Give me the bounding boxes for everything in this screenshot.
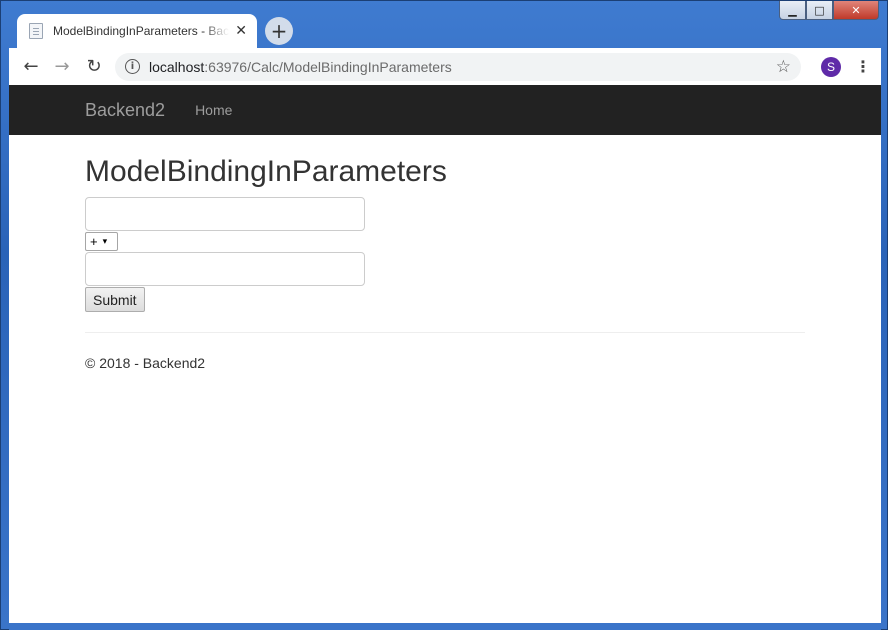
address-bar[interactable]: i localhost:63976/Calc/ModelBindingInPar… <box>115 52 801 81</box>
reload-icon[interactable]: ↻ <box>83 56 105 78</box>
first-number-input[interactable] <box>85 197 365 231</box>
tab-close-icon[interactable]: ✕ <box>235 23 247 39</box>
browser-toolbar: ← → ↻ i localhost:63976/Calc/ModelBindin… <box>9 48 881 85</box>
page-viewport: Backend2 Home ModelBindingInParameters +… <box>9 85 881 623</box>
page-favicon-icon <box>29 23 43 39</box>
submit-button[interactable]: Submit <box>85 287 145 312</box>
url-text[interactable]: localhost:63976/Calc/ModelBindingInParam… <box>149 59 776 75</box>
main-content: ModelBindingInParameters + ▾ Submit © 20… <box>9 155 805 371</box>
page-title: ModelBindingInParameters <box>85 155 447 188</box>
back-arrow-icon[interactable]: ← <box>20 56 42 78</box>
window-bottom-border <box>9 623 881 630</box>
footer-divider <box>85 332 805 333</box>
site-info-icon[interactable]: i <box>125 59 140 74</box>
minimize-button[interactable]: ▁ <box>779 1 806 20</box>
profile-avatar[interactable]: S <box>821 56 841 77</box>
second-number-input[interactable] <box>85 252 365 286</box>
window-controls: ▁ □ ✕ <box>779 1 879 21</box>
operator-select[interactable]: + ▾ <box>85 232 118 251</box>
browser-menu-icon[interactable]: ⋮ <box>855 57 871 76</box>
navbar-brand-link[interactable]: Backend2 <box>85 100 165 121</box>
url-path: :63976/Calc/ModelBindingInParameters <box>204 58 452 75</box>
chevron-down-icon: ▾ <box>102 236 108 247</box>
forward-arrow-icon[interactable]: → <box>51 56 73 78</box>
tab-title: ModelBindingInParameters - Backend2 <box>53 24 230 38</box>
footer-copyright: © 2018 - Backend2 <box>85 355 206 371</box>
maximize-button[interactable]: □ <box>806 1 833 20</box>
browser-window-frame: ▁ □ ✕ ModelBindingInParameters - Backend… <box>0 0 888 630</box>
nav-link-home[interactable]: Home <box>195 102 232 118</box>
close-window-button[interactable]: ✕ <box>833 1 879 20</box>
site-navbar: Backend2 Home <box>9 85 881 135</box>
url-host: localhost <box>149 58 205 75</box>
browser-tab[interactable]: ModelBindingInParameters - Backend2 ✕ <box>17 14 257 48</box>
bookmark-star-icon[interactable]: ☆ <box>776 57 791 77</box>
new-tab-button[interactable]: + <box>265 17 293 45</box>
operator-selected-value: + <box>90 234 98 249</box>
